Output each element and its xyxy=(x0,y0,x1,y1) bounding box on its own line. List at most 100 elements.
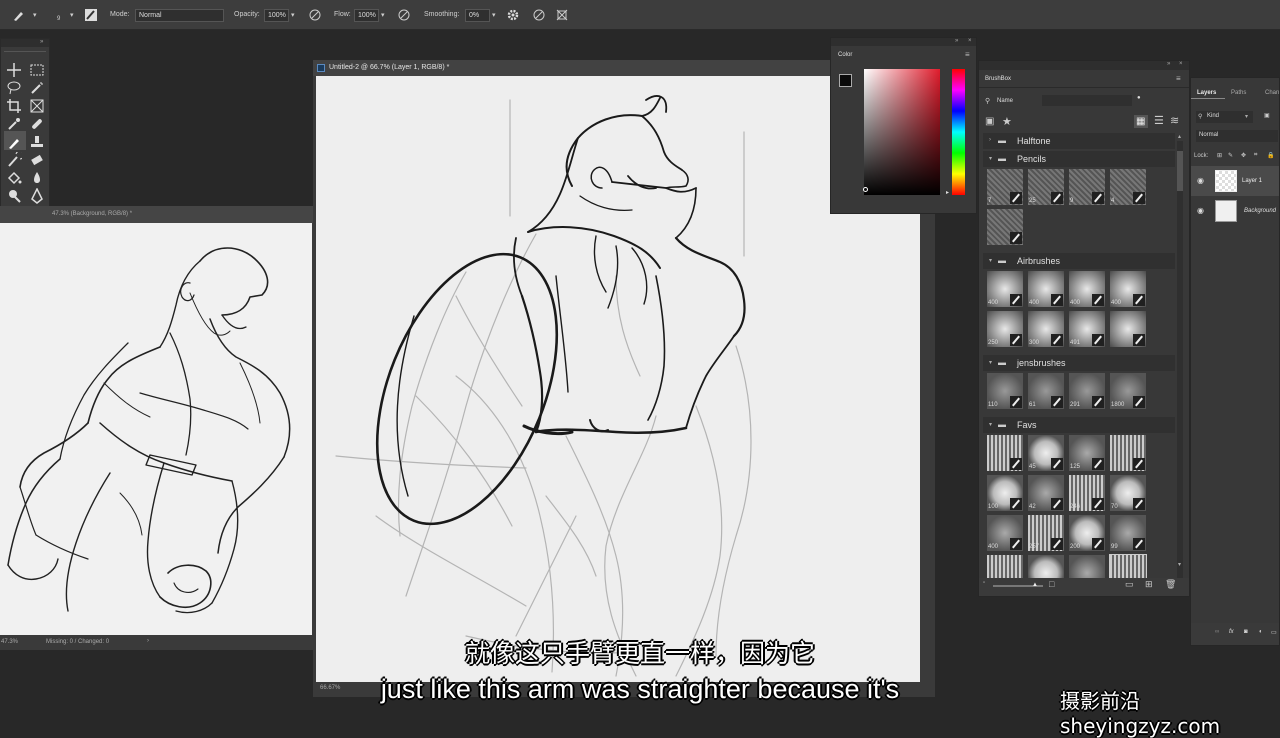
brush-thumbnail[interactable]: 42 xyxy=(1028,475,1064,511)
move-tool-icon[interactable] xyxy=(6,62,22,78)
chevron-icon[interactable]: ▾ xyxy=(989,421,992,428)
image-filter-icon[interactable]: ▣ xyxy=(1264,112,1270,119)
brush-group-header[interactable]: › ▬ Halftone xyxy=(983,133,1175,149)
lasso-tool-icon[interactable] xyxy=(6,80,22,96)
brush-thumbnail[interactable]: 400 xyxy=(1028,271,1064,307)
chevron-down-icon[interactable]: ▾ xyxy=(33,11,37,19)
opacity-input[interactable]: 100% xyxy=(264,9,289,22)
scroll-up-icon[interactable]: ▴ xyxy=(1178,133,1181,140)
settings-icon[interactable]: ≋ xyxy=(1170,114,1179,127)
dodge-tool-icon[interactable] xyxy=(6,188,22,204)
crop-tool-icon[interactable] xyxy=(6,98,22,114)
eraser-tool-icon[interactable] xyxy=(29,152,45,168)
folder-add-icon[interactable]: ▣ xyxy=(985,116,994,127)
chevron-icon[interactable]: ▾ xyxy=(989,359,992,366)
chevron-icon[interactable]: ▾ xyxy=(989,155,992,162)
brush-thumbnail[interactable] xyxy=(1110,435,1146,471)
healing-tool-icon[interactable] xyxy=(29,116,45,132)
small-thumb-icon[interactable]: ▫ xyxy=(983,580,985,586)
brush-thumbnail[interactable]: 491 xyxy=(1069,311,1105,347)
lock-all-icon[interactable]: 🔒 xyxy=(1267,152,1274,159)
scrollbar-track[interactable] xyxy=(1177,141,1183,581)
brush-group-header[interactable]: ▾ ▬ Favs xyxy=(983,417,1175,433)
symmetry-icon[interactable] xyxy=(555,8,569,22)
foreground-color-swatch[interactable] xyxy=(839,74,852,87)
eyedropper-tool-icon[interactable] xyxy=(6,116,22,132)
close-icon[interactable]: × xyxy=(968,38,972,44)
tab-paths[interactable]: Paths xyxy=(1231,90,1246,96)
layer-row[interactable]: ◉ Layer 1 xyxy=(1191,166,1279,196)
brush-thumbnail[interactable] xyxy=(987,435,1023,471)
brush-thumbnail[interactable]: 257 xyxy=(1028,515,1064,551)
panel-title[interactable]: BrushBox xyxy=(985,76,1011,82)
brush-group-header[interactable]: ▾ ▬ Airbrushes xyxy=(983,253,1175,269)
marquee-tool-icon[interactable] xyxy=(29,62,45,78)
new-folder-icon[interactable]: ▭ xyxy=(1125,579,1134,590)
pressure-size-icon[interactable] xyxy=(532,8,546,22)
chevron-down-icon[interactable]: ▾ xyxy=(70,11,74,19)
chevron-icon[interactable]: ▾ xyxy=(989,257,992,264)
brush-thumbnail[interactable]: 200 xyxy=(1069,515,1105,551)
brush-thumbnail[interactable]: 9 xyxy=(1069,169,1105,205)
lock-artboard-icon[interactable]: ⌗ xyxy=(1254,152,1257,159)
color-picker-handle[interactable] xyxy=(863,187,868,192)
layer-name[interactable]: Layer 1 xyxy=(1242,178,1262,184)
brush-thumbnail[interactable]: 110 xyxy=(987,373,1023,409)
menu-icon[interactable]: ≡ xyxy=(965,50,970,59)
paint-bucket-tool-icon[interactable] xyxy=(6,170,22,186)
search-input[interactable] xyxy=(1042,95,1132,106)
hue-slider[interactable] xyxy=(952,69,965,195)
brush-thumbnail[interactable]: 1800 xyxy=(1110,373,1146,409)
brush-thumbnail[interactable]: 300 xyxy=(1028,311,1064,347)
brush-thumbnail[interactable] xyxy=(1110,311,1146,347)
magic-wand-tool-icon[interactable] xyxy=(29,80,45,96)
document-tab[interactable]: 47.3% (Background, RGB/8) * xyxy=(0,206,314,223)
brush-thumbnail[interactable]: 250 xyxy=(987,311,1023,347)
collapse-icon[interactable]: » xyxy=(40,39,43,45)
brush-tool-icon[interactable] xyxy=(6,134,22,150)
chevron-down-icon[interactable]: ▾ xyxy=(492,11,496,19)
search-options-icon[interactable]: ● xyxy=(1137,95,1141,101)
search-icon[interactable]: ⚲ xyxy=(985,97,990,105)
brush-panel-icon[interactable] xyxy=(84,8,98,22)
trash-icon[interactable]: 🗑 xyxy=(1165,579,1176,590)
eye-icon[interactable]: ◉ xyxy=(1197,176,1204,185)
gear-icon[interactable] xyxy=(506,8,520,22)
brush-group-header[interactable]: ▾ ▬ Pencils xyxy=(983,151,1175,167)
collapse-icon[interactable]: » xyxy=(955,38,958,44)
canvas-left[interactable] xyxy=(0,223,312,635)
brush-thumbnail[interactable]: 4 xyxy=(1110,169,1146,205)
pressure-opacity-icon[interactable] xyxy=(308,8,322,22)
menu-icon[interactable]: ≡ xyxy=(1176,74,1181,83)
brush-thumbnail[interactable]: 100 xyxy=(987,475,1023,511)
brush-tool-icon[interactable] xyxy=(12,8,26,22)
blend-mode-select[interactable]: Normal xyxy=(1196,130,1278,142)
panel-collapse-bar[interactable]: » × xyxy=(831,38,976,46)
tab-channels[interactable]: Chan xyxy=(1265,90,1279,96)
brush-thumbnail[interactable]: 125 xyxy=(1069,435,1105,471)
brush-thumbnail[interactable]: 61 xyxy=(1028,373,1064,409)
size-slider-handle[interactable]: ▲ xyxy=(1032,582,1038,588)
brush-thumbnail[interactable]: 45 xyxy=(1028,435,1064,471)
lock-pixels-icon[interactable]: ✎ xyxy=(1228,152,1233,159)
filter-kind-select[interactable]: ⚲ Kind ▾ xyxy=(1196,111,1253,123)
new-brush-icon[interactable]: ⊞ xyxy=(1145,579,1153,590)
collapse-icon[interactable]: » xyxy=(1167,61,1170,67)
brush-thumbnail[interactable]: 400 xyxy=(987,515,1023,551)
grid-view-icon[interactable]: ▦ xyxy=(1134,115,1148,128)
brush-size[interactable]: 9 xyxy=(57,16,60,22)
stamp-tool-icon[interactable] xyxy=(29,134,45,150)
search-label[interactable]: Name xyxy=(997,98,1013,104)
list-view-icon[interactable]: ☰ xyxy=(1154,114,1164,127)
large-thumb-icon[interactable]: □ xyxy=(1049,579,1054,589)
close-icon[interactable]: × xyxy=(1179,61,1183,67)
chevron-icon[interactable]: › xyxy=(989,137,991,143)
brush-thumbnail[interactable]: 400 xyxy=(1069,271,1105,307)
mode-select[interactable]: Normal xyxy=(135,9,224,22)
color-field[interactable] xyxy=(864,69,940,195)
lock-transparency-icon[interactable]: ⊞ xyxy=(1217,152,1222,159)
airbrush-icon[interactable] xyxy=(397,8,411,22)
brush-thumbnail[interactable]: 400 xyxy=(1110,271,1146,307)
eye-icon[interactable]: ◉ xyxy=(1197,206,1204,215)
brush-thumbnail[interactable]: 291 xyxy=(1069,373,1105,409)
